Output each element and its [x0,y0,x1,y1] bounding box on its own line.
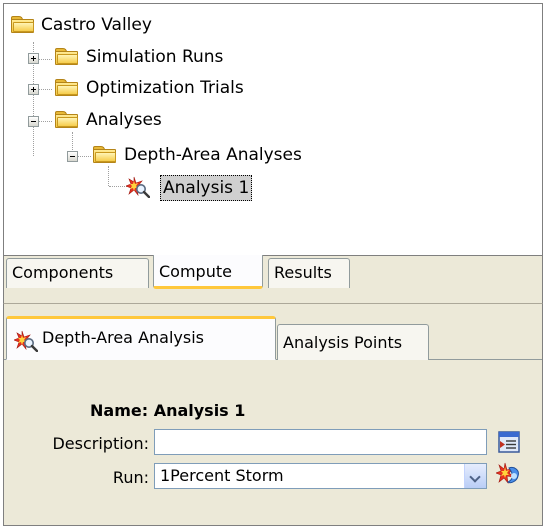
tree-item-label: Analysis 1 [160,175,253,201]
folder-icon [55,110,79,128]
tab-label: Depth-Area Analysis [42,328,204,347]
watershed-explorer-panel: Castro Valley Simulation Runs Optimizati… [0,0,546,529]
folder-icon [11,15,35,33]
tab-components[interactable]: Components [6,258,149,288]
tab-label: Compute [159,262,232,281]
chevron-down-icon[interactable] [464,464,486,488]
tree-item-label: Analyses [86,110,162,130]
name-value: Analysis 1 [153,401,246,420]
tab-label: Components [12,263,114,282]
tree-item-label: Depth-Area Analyses [124,145,302,165]
tab-results[interactable]: Results [268,258,350,288]
description-label: Description: [52,434,149,453]
name-label: Name: [90,401,149,420]
tab-label: Results [274,263,332,282]
tree-item-castro-valley[interactable]: Castro Valley [4,10,304,40]
run-properties-button[interactable] [496,462,522,488]
tab-label: Analysis Points [283,333,403,352]
name-row: Name: Analysis 1 [90,400,245,422]
tree-item-label: Optimization Trials [86,78,244,98]
tree-item-label: Simulation Runs [86,47,224,67]
run-selected-value: 1Percent Storm [160,466,284,485]
folder-icon [93,145,117,163]
tree-item-analysis-1[interactable]: Analysis 1 [4,172,304,202]
folder-icon [55,47,79,65]
run-label: Run: [112,468,149,487]
collapse-icon[interactable] [28,116,39,127]
run-select[interactable]: 1Percent Storm [154,463,487,489]
tree-item-simulation-runs[interactable]: Simulation Runs [4,42,324,72]
folder-icon [55,78,79,96]
tab-compute[interactable]: Compute [153,255,263,289]
collapse-icon[interactable] [67,151,78,162]
description-field[interactable] [154,429,487,455]
tree-item-label: Castro Valley [41,15,152,35]
tab-analysis-points[interactable]: Analysis Points [277,324,429,360]
expand-icon[interactable] [28,53,39,64]
watershed-tree[interactable]: Castro Valley Simulation Runs Optimizati… [3,3,543,255]
tab-depth-area-analysis[interactable]: Depth-Area Analysis [6,316,276,360]
component-editor: Depth-Area Analysis Analysis Points Name… [3,304,543,526]
expand-icon[interactable] [28,84,39,95]
edit-description-button[interactable] [496,429,522,455]
tree-item-optimization-trials[interactable]: Optimization Trials [4,73,324,103]
tree-item-analyses[interactable]: Analyses [4,105,324,135]
depth-area-analysis-icon [14,330,38,352]
tree-item-depth-area-analyses[interactable]: Depth-Area Analyses [4,140,364,170]
depth-area-analysis-icon [126,176,150,198]
watershed-explorer-tabs: Components Compute Results [3,255,543,299]
